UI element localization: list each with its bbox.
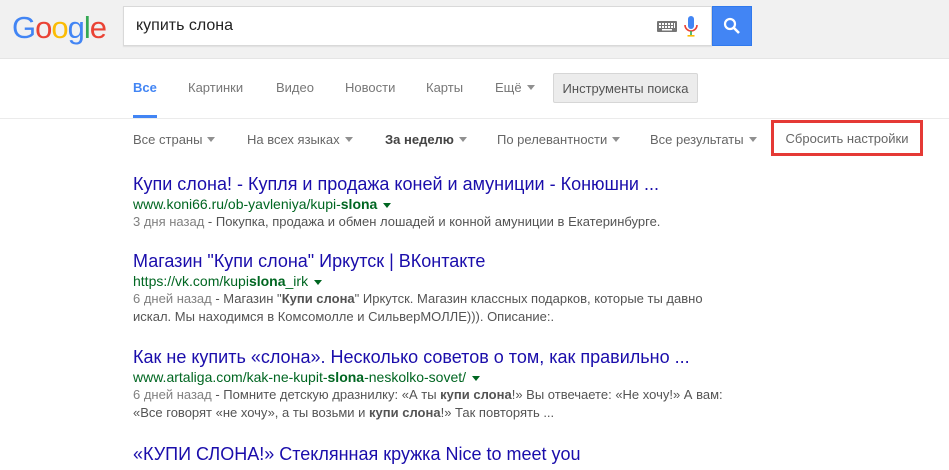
url-menu-caret-icon[interactable] — [314, 279, 323, 285]
google-logo[interactable]: Google — [12, 10, 107, 46]
url-bold: slona — [340, 196, 378, 212]
filter-sort-label: По релевантности — [497, 132, 608, 147]
tab-all[interactable]: Все — [133, 80, 157, 95]
url-text: https://vk.com/kupi — [133, 273, 249, 289]
snippet-bold: Купи слона — [281, 291, 355, 306]
search-tools-button[interactable]: Инструменты поиска — [553, 73, 698, 103]
url-menu-caret-icon[interactable] — [472, 375, 481, 381]
chevron-down-icon — [344, 137, 353, 143]
url-menu-caret-icon[interactable] — [383, 202, 392, 208]
filter-country-label: Все страны — [133, 132, 203, 147]
filter-results-label: Все результаты — [650, 132, 744, 147]
url-text: www.artaliga.com/kak-ne-kupit- — [133, 369, 328, 385]
logo-letter: g — [67, 10, 85, 45]
chevron-down-icon — [612, 137, 621, 143]
search-button[interactable] — [712, 6, 752, 46]
search-icon — [723, 17, 740, 34]
url-text: www.koni66.ru/ob-yavleniya/kupi- — [133, 196, 341, 212]
result-url: www.koni66.ru/ob-yavleniya/kupi-slona — [133, 195, 783, 213]
search-result: Магазин "Купи слона" Иркутск | ВКонтакте… — [133, 250, 783, 326]
search-input[interactable] — [136, 7, 636, 45]
url-bold: slona — [248, 273, 286, 289]
search-result: Купи слона! - Купля и продажа коней и ам… — [133, 173, 783, 231]
result-date: 3 дня назад — [133, 214, 205, 229]
search-box — [123, 6, 712, 46]
header-bar: Google — [0, 0, 949, 59]
snippet-text: !» Так повторять ... — [440, 405, 555, 420]
tab-more-label: Ещё — [495, 80, 522, 95]
search-result: Как не купить «слона». Несколько советов… — [133, 346, 783, 422]
snippet-text: - Помните детскую дразнилку: «А ты — [211, 387, 441, 402]
logo-letter: o — [51, 10, 68, 45]
logo-letter: e — [89, 10, 107, 45]
snippet-bold: купи слона — [440, 387, 512, 402]
search-result: «КУПИ СЛОНА!» Стеклянная кружка Nice to … — [133, 443, 783, 465]
snippet-text: - Покупка, продажа и обмен лошадей и кон… — [204, 214, 661, 229]
filter-time-label: За неделю — [385, 132, 454, 147]
chevron-down-icon — [207, 137, 216, 143]
result-title[interactable]: Магазин "Купи слона" Иркутск | ВКонтакте — [133, 250, 783, 272]
result-title[interactable]: Как не купить «слона». Несколько советов… — [133, 346, 783, 368]
filter-time[interactable]: За неделю — [385, 132, 467, 147]
result-url: www.artaliga.com/kak-ne-kupit-slona-nesk… — [133, 368, 783, 386]
result-title[interactable]: Купи слона! - Купля и продажа коней и ам… — [133, 173, 783, 195]
chevron-down-icon — [458, 137, 467, 143]
logo-letter: o — [35, 10, 52, 45]
filter-sort[interactable]: По релевантности — [497, 132, 621, 147]
tab-news[interactable]: Новости — [345, 80, 395, 95]
result-snippet: 6 дней назад - Помните детскую дразнилку… — [133, 386, 733, 422]
result-snippet: 3 дня назад - Покупка, продажа и обмен л… — [133, 213, 783, 231]
chevron-down-icon — [748, 137, 757, 143]
filter-language[interactable]: На всех языках — [247, 132, 353, 147]
result-snippet: 6 дней назад - Магазин "Купи слона" Ирку… — [133, 290, 733, 326]
url-text: _irk — [285, 273, 309, 289]
tab-video[interactable]: Видео — [276, 80, 314, 95]
url-bold: slona — [327, 369, 365, 385]
search-tabs: Все Картинки Видео Новости Карты Ещё Инс… — [0, 58, 949, 119]
snippet-bold: купи слона — [369, 405, 441, 420]
filter-language-label: На всех языках — [247, 132, 340, 147]
filter-results[interactable]: Все результаты — [650, 132, 757, 147]
tab-more[interactable]: Ещё — [495, 80, 535, 95]
url-text: -neskolko-sovet/ — [364, 369, 467, 385]
reset-settings-button[interactable]: Сбросить настройки — [771, 120, 923, 156]
tab-images[interactable]: Картинки — [188, 80, 243, 95]
result-title[interactable]: «КУПИ СЛОНА!» Стеклянная кружка Nice to … — [133, 443, 783, 465]
result-date: 6 дней назад — [133, 387, 212, 402]
chevron-down-icon — [526, 85, 535, 91]
logo-letter: G — [12, 10, 36, 45]
filter-country[interactable]: Все страны — [133, 132, 216, 147]
active-tab-indicator — [133, 115, 157, 118]
microphone-icon[interactable] — [684, 16, 698, 38]
keyboard-icon[interactable] — [657, 21, 677, 32]
result-date: 6 дней назад — [133, 291, 212, 306]
tab-maps[interactable]: Карты — [426, 80, 463, 95]
snippet-text: - Магазин " — [211, 291, 282, 306]
result-url: https://vk.com/kupislona_irk — [133, 272, 783, 290]
